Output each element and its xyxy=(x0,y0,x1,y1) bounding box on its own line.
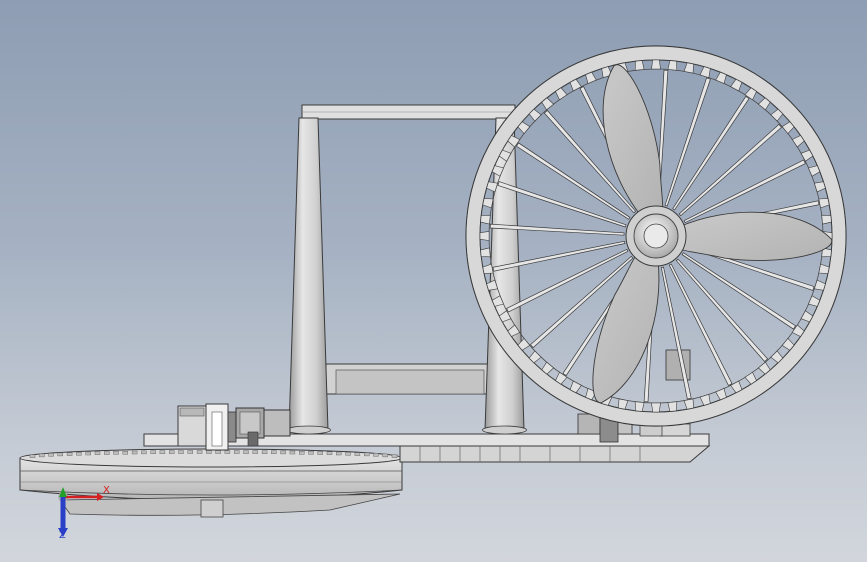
propeller-hub xyxy=(625,205,687,267)
turntable-tooth xyxy=(178,450,184,454)
gear-tooth xyxy=(818,263,830,274)
gear-tooth xyxy=(667,401,678,412)
turntable-tooth xyxy=(104,451,110,455)
turntable-tooth xyxy=(76,452,82,456)
turntable-tooth xyxy=(373,453,379,457)
gear-tooth xyxy=(480,247,491,258)
turntable-tooth xyxy=(364,452,370,457)
frame-post-left xyxy=(286,117,331,435)
gear-tooth xyxy=(715,71,727,84)
turntable-tooth xyxy=(150,450,156,454)
turntable-tooth xyxy=(215,450,221,454)
gear-tooth xyxy=(480,214,491,225)
turntable-tooth xyxy=(326,451,333,455)
z-axis-label: Z xyxy=(59,530,66,541)
turntable-tooth xyxy=(233,450,240,454)
turntable-tooth xyxy=(187,450,194,454)
gear-tooth xyxy=(808,295,821,307)
turntable-tooth xyxy=(224,450,231,454)
turntable-tooth xyxy=(196,450,203,454)
gear-tooth xyxy=(618,398,629,410)
gear-tooth xyxy=(715,388,727,401)
ring-gear-wheel[interactable] xyxy=(465,45,847,427)
turntable-disc xyxy=(19,448,403,501)
gear-tooth xyxy=(634,60,645,71)
cad-viewport[interactable]: X Z xyxy=(0,0,867,562)
gear-tooth xyxy=(482,263,494,274)
turntable-tooth xyxy=(206,450,212,454)
gear-tooth xyxy=(651,59,661,70)
turntable-tooth xyxy=(57,452,63,457)
turntable-tooth xyxy=(159,450,166,454)
gear-tooth xyxy=(479,231,490,241)
turntable-tooth xyxy=(261,450,268,454)
gear-tooth xyxy=(818,198,830,209)
turntable-tooth xyxy=(94,451,101,455)
frame-cross-brace xyxy=(325,363,495,395)
gear-tooth xyxy=(699,394,711,406)
turntable-tooth xyxy=(308,451,314,455)
gear-tooth xyxy=(814,279,826,291)
turntable-tooth xyxy=(280,450,286,455)
gear-tooth xyxy=(821,214,832,225)
frame-top-beam xyxy=(301,104,516,120)
turntable-tooth xyxy=(317,451,323,455)
turntable-tooth xyxy=(336,451,342,456)
turntable-tooth xyxy=(168,450,175,454)
turntable-tooth xyxy=(48,453,54,457)
wheel-spoke xyxy=(675,258,769,362)
propeller-blade xyxy=(602,64,664,218)
turntable-tooth xyxy=(252,450,259,454)
turntable-tooth xyxy=(85,451,91,456)
x-axis-label: X xyxy=(103,485,110,496)
propeller-blade xyxy=(677,211,833,261)
gear-tooth xyxy=(808,165,821,177)
turntable-tooth xyxy=(271,450,277,454)
turntable-tooth xyxy=(345,452,351,456)
turntable-tooth xyxy=(289,450,296,455)
turntable-tooth xyxy=(29,454,36,458)
turntable-tooth xyxy=(131,450,138,455)
gear-tooth xyxy=(651,402,661,413)
wheel-spoke xyxy=(678,123,782,217)
gear-tooth xyxy=(585,71,597,84)
gear-tooth xyxy=(814,181,826,193)
turntable-tooth xyxy=(122,451,129,455)
turntable-tooth xyxy=(141,450,147,455)
assembly-model[interactable] xyxy=(0,0,867,562)
turntable-tooth xyxy=(113,451,119,455)
gear-tooth xyxy=(634,401,645,412)
turntable-tooth xyxy=(382,453,388,458)
gear-tooth xyxy=(683,62,694,74)
turntable-tooth xyxy=(299,451,305,455)
turntable-tooth xyxy=(354,452,361,456)
turntable-tooth xyxy=(243,450,249,454)
turntable-tooth xyxy=(39,453,45,458)
gear-tooth xyxy=(699,66,711,78)
turntable-tooth xyxy=(66,452,73,456)
wheel-spoke xyxy=(506,248,629,313)
gear-tooth xyxy=(667,60,678,71)
turntable-tooth xyxy=(391,454,398,458)
gear-tooth xyxy=(683,398,694,410)
gear-tooth xyxy=(482,198,494,209)
